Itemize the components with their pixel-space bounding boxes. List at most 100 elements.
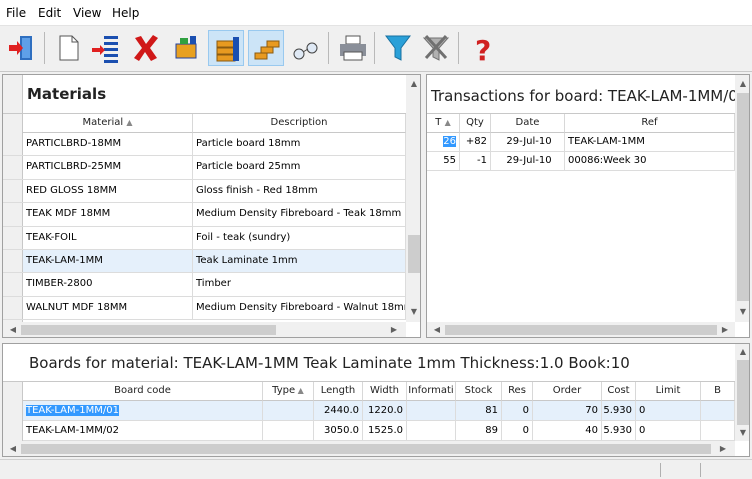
- delete-button[interactable]: [128, 30, 164, 66]
- table-row[interactable]: TEAK-LAM-1MM/02 3050.0 1525.0 89 0 40 5.930 0: [23, 421, 735, 441]
- res-cell[interactable]: 0: [502, 401, 533, 420]
- selected-board-code[interactable]: TEAK-LAM-1MM/01: [26, 405, 119, 416]
- column-header-b[interactable]: B: [701, 382, 735, 401]
- date-cell[interactable]: 29-Jul-10: [491, 133, 565, 151]
- width-cell[interactable]: 1525.0: [363, 421, 407, 440]
- description-cell[interactable]: Particle board 25mm: [193, 156, 406, 179]
- menu-file[interactable]: File: [6, 6, 26, 20]
- width-cell[interactable]: 1220.0: [363, 401, 407, 420]
- length-cell[interactable]: 2440.0: [314, 401, 363, 420]
- column-header-date[interactable]: Date: [491, 114, 565, 133]
- help-button[interactable]: ?: [466, 30, 502, 67]
- material-cell[interactable]: TEAK-LAM-1MM: [23, 250, 193, 273]
- type-cell[interactable]: [263, 401, 314, 420]
- table-row[interactable]: RED GLOSS 18MM Gloss finish - Red 18mm: [3, 179, 406, 204]
- board-code-cell[interactable]: TEAK-LAM-1MM/01: [23, 401, 263, 420]
- material-cell[interactable]: TIMBER-2800: [23, 273, 193, 296]
- material-cell[interactable]: PARTICLBRD-18MM: [23, 133, 193, 156]
- description-cell[interactable]: Particle board 18mm: [193, 133, 406, 156]
- stock-cell[interactable]: 81: [456, 401, 502, 420]
- material-cell[interactable]: WALNUT MDF 18MM: [23, 296, 193, 320]
- description-cell[interactable]: Gloss finish - Red 18mm: [193, 179, 406, 203]
- material-cell[interactable]: TEAK-FOIL: [23, 226, 193, 249]
- material-cell[interactable]: PARTICLBRD-25MM: [23, 156, 193, 179]
- table-row[interactable]: WALNUT MDF 18MM Medium Density Fibreboard…: [3, 296, 406, 321]
- board-code-cell[interactable]: TEAK-LAM-1MM/02: [23, 421, 263, 440]
- filter-button[interactable]: [380, 30, 416, 66]
- column-header-ref[interactable]: Ref: [565, 114, 735, 133]
- table-row[interactable]: TEAK-FOIL Foil - teak (sundry): [3, 226, 406, 250]
- materials-horizontal-scrollbar[interactable]: ◀ ▶: [3, 322, 406, 337]
- column-header-description[interactable]: Description: [193, 114, 406, 133]
- b-cell[interactable]: [701, 401, 735, 420]
- qty-cell[interactable]: +82: [460, 133, 491, 151]
- table-row[interactable]: TEAK-LAM-1MM/01 2440.0 1220.0 81 0 70 5.930 0: [23, 401, 735, 421]
- type-cell[interactable]: [263, 421, 314, 440]
- length-cell[interactable]: 3050.0: [314, 421, 363, 440]
- transactions-horizontal-scrollbar[interactable]: ◀ ▶: [427, 322, 735, 337]
- stock-cell[interactable]: 89: [456, 421, 502, 440]
- table-row[interactable]: 26 +82 29-Jul-10 TEAK-LAM-1MM: [427, 133, 735, 152]
- materials-hscroll-thumb[interactable]: [21, 325, 276, 335]
- table-row[interactable]: PARTICLBRD-25MM Particle board 25mm: [3, 156, 406, 180]
- limit-cell[interactable]: 0: [636, 421, 701, 440]
- ref-cell[interactable]: 00086:Week 30: [565, 152, 735, 170]
- information-cell[interactable]: [407, 401, 456, 420]
- transactions-hscroll-thumb[interactable]: [445, 325, 717, 335]
- limit-cell[interactable]: 0: [636, 401, 701, 420]
- material-cell[interactable]: RED GLOSS 18MM: [23, 179, 193, 203]
- selected-t-value[interactable]: 26: [443, 136, 456, 147]
- transactions-vscroll-thumb[interactable]: [737, 93, 749, 301]
- b-cell[interactable]: [701, 421, 735, 440]
- column-header-order[interactable]: Order: [533, 382, 602, 401]
- new-button[interactable]: [50, 30, 86, 66]
- column-header-width[interactable]: Width: [363, 382, 407, 401]
- material-cell[interactable]: TEAK MDF 18MM: [23, 203, 193, 226]
- materials-vertical-scrollbar[interactable]: ▲ ▼: [406, 75, 420, 322]
- column-header-length[interactable]: Length: [314, 382, 363, 401]
- res-cell[interactable]: 0: [502, 421, 533, 440]
- description-cell[interactable]: Medium Density Fibreboard - Teak 18mm: [193, 203, 406, 226]
- exit-button[interactable]: [4, 30, 40, 66]
- description-cell[interactable]: Foil - teak (sundry): [193, 226, 406, 249]
- date-cell[interactable]: 29-Jul-10: [491, 152, 565, 170]
- column-header-type[interactable]: Type ▲: [263, 382, 314, 401]
- table-row[interactable]: TEAK-LAM-1MM Teak Laminate 1mm: [3, 250, 406, 274]
- description-cell[interactable]: Timber: [193, 273, 406, 296]
- column-header-material[interactable]: Material ▲: [23, 114, 193, 133]
- print-button[interactable]: [334, 30, 370, 66]
- column-header-information[interactable]: Informati: [407, 382, 456, 401]
- stacked-boards-button[interactable]: [248, 30, 284, 66]
- materials-vscroll-thumb[interactable]: [408, 235, 420, 273]
- column-header-t[interactable]: T ▲: [427, 114, 460, 133]
- table-row[interactable]: TEAK MDF 18MM Medium Density Fibreboard -…: [3, 203, 406, 227]
- order-cell[interactable]: 40: [533, 421, 602, 440]
- information-cell[interactable]: [407, 421, 456, 440]
- column-header-res[interactable]: Res: [502, 382, 533, 401]
- view-button[interactable]: [288, 30, 324, 66]
- column-header-stock[interactable]: Stock: [456, 382, 502, 401]
- menu-edit[interactable]: Edit: [38, 6, 61, 20]
- qty-cell[interactable]: -1: [460, 152, 491, 170]
- clear-filter-button[interactable]: [418, 30, 454, 66]
- transfer-button[interactable]: [168, 30, 204, 66]
- description-cell[interactable]: Medium Density Fibreboard - Walnut 18mm: [193, 296, 406, 320]
- boards-vscroll-thumb[interactable]: [737, 360, 749, 425]
- boards-button[interactable]: [208, 30, 244, 66]
- boards-vertical-scrollbar[interactable]: ▲ ▼: [735, 344, 749, 441]
- table-row[interactable]: TIMBER-2800 Timber: [3, 273, 406, 297]
- t-cell[interactable]: 26: [427, 133, 460, 151]
- order-cell[interactable]: 70: [533, 401, 602, 420]
- column-header-limit[interactable]: Limit: [636, 382, 701, 401]
- table-row[interactable]: PARTICLBRD-18MM Particle board 18mm: [3, 133, 406, 157]
- table-row[interactable]: 55 -1 29-Jul-10 00086:Week 30: [427, 152, 735, 171]
- list-button[interactable]: [88, 30, 124, 66]
- boards-horizontal-scrollbar[interactable]: ◀ ▶: [3, 441, 735, 456]
- cost-cell[interactable]: 5.930: [602, 421, 636, 440]
- boards-hscroll-thumb[interactable]: [21, 444, 711, 454]
- column-header-qty[interactable]: Qty: [460, 114, 491, 133]
- description-cell[interactable]: Teak Laminate 1mm: [193, 250, 406, 273]
- menu-help[interactable]: Help: [112, 6, 139, 20]
- column-header-cost[interactable]: Cost: [602, 382, 636, 401]
- menu-view[interactable]: View: [73, 6, 101, 20]
